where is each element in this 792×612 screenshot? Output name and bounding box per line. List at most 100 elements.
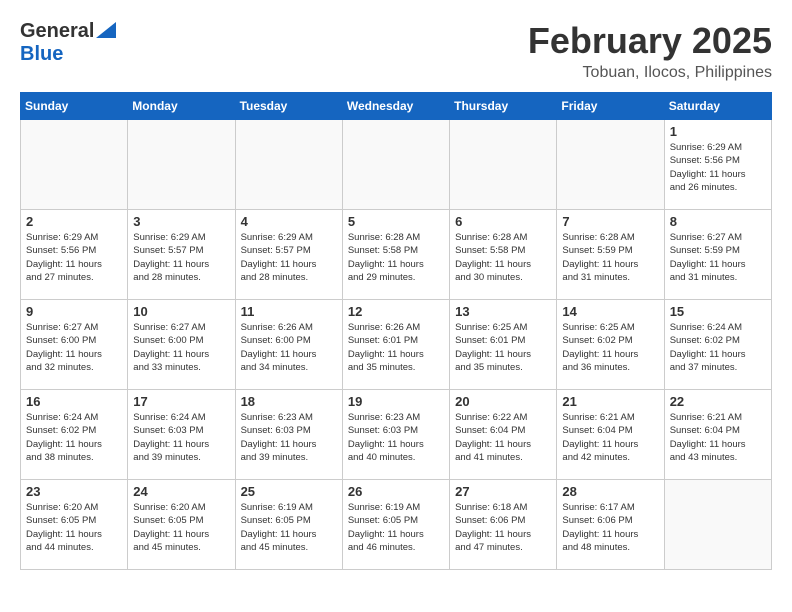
day-info: Sunrise: 6:20 AM Sunset: 6:05 PM Dayligh… bbox=[133, 501, 229, 554]
logo-blue-text: Blue bbox=[20, 43, 63, 66]
calendar-cell bbox=[342, 120, 449, 210]
day-number: 21 bbox=[562, 394, 658, 409]
calendar-week-row: 16 Sunrise: 6:24 AM Sunset: 6:02 PM Dayli… bbox=[21, 390, 772, 480]
day-number: 22 bbox=[670, 394, 766, 409]
day-number: 18 bbox=[241, 394, 337, 409]
day-info: Sunrise: 6:25 AM Sunset: 6:02 PM Dayligh… bbox=[562, 321, 658, 374]
day-number: 7 bbox=[562, 214, 658, 229]
day-header-monday: Monday bbox=[128, 93, 235, 120]
calendar-cell: 8 Sunrise: 6:27 AM Sunset: 5:59 PM Daylig… bbox=[664, 210, 771, 300]
day-info: Sunrise: 6:27 AM Sunset: 6:00 PM Dayligh… bbox=[26, 321, 122, 374]
calendar-week-row: 2Sunrise: 6:29 AM Sunset: 5:56 PM Daylig… bbox=[21, 210, 772, 300]
day-info: Sunrise: 6:27 AM Sunset: 5:59 PM Dayligh… bbox=[670, 231, 766, 284]
day-number: 19 bbox=[348, 394, 444, 409]
day-number: 25 bbox=[241, 484, 337, 499]
calendar-cell: 25Sunrise: 6:19 AM Sunset: 6:05 PM Dayli… bbox=[235, 480, 342, 570]
day-number: 24 bbox=[133, 484, 229, 499]
calendar-header-row: SundayMondayTuesdayWednesdayThursdayFrid… bbox=[21, 93, 772, 120]
calendar-cell: 16 Sunrise: 6:24 AM Sunset: 6:02 PM Dayli… bbox=[21, 390, 128, 480]
calendar-week-row: 9 Sunrise: 6:27 AM Sunset: 6:00 PM Daylig… bbox=[21, 300, 772, 390]
day-info: Sunrise: 6:20 AM Sunset: 6:05 PM Dayligh… bbox=[26, 501, 122, 554]
day-info: Sunrise: 6:28 AM Sunset: 5:59 PM Dayligh… bbox=[562, 231, 658, 284]
calendar-cell: 14 Sunrise: 6:25 AM Sunset: 6:02 PM Dayli… bbox=[557, 300, 664, 390]
calendar-table: SundayMondayTuesdayWednesdayThursdayFrid… bbox=[20, 92, 772, 570]
calendar-cell: 11Sunrise: 6:26 AM Sunset: 6:00 PM Dayli… bbox=[235, 300, 342, 390]
day-number: 28 bbox=[562, 484, 658, 499]
calendar-cell: 26 Sunrise: 6:19 AM Sunset: 6:05 PM Dayli… bbox=[342, 480, 449, 570]
calendar-cell bbox=[21, 120, 128, 210]
day-number: 20 bbox=[455, 394, 551, 409]
logo-general-text: General bbox=[20, 20, 94, 43]
day-number: 4 bbox=[241, 214, 337, 229]
location-text: Tobuan, Ilocos, Philippines bbox=[528, 64, 772, 82]
day-header-thursday: Thursday bbox=[450, 93, 557, 120]
calendar-week-row: 23 Sunrise: 6:20 AM Sunset: 6:05 PM Dayli… bbox=[21, 480, 772, 570]
day-number: 17 bbox=[133, 394, 229, 409]
day-number: 3 bbox=[133, 214, 229, 229]
day-info: Sunrise: 6:21 AM Sunset: 6:04 PM Dayligh… bbox=[670, 411, 766, 464]
day-number: 5 bbox=[348, 214, 444, 229]
day-info: Sunrise: 6:18 AM Sunset: 6:06 PM Dayligh… bbox=[455, 501, 551, 554]
day-number: 9 bbox=[26, 304, 122, 319]
calendar-cell: 22 Sunrise: 6:21 AM Sunset: 6:04 PM Dayli… bbox=[664, 390, 771, 480]
calendar-cell: 9 Sunrise: 6:27 AM Sunset: 6:00 PM Daylig… bbox=[21, 300, 128, 390]
day-number: 23 bbox=[26, 484, 122, 499]
day-header-saturday: Saturday bbox=[664, 93, 771, 120]
month-title: February 2025 bbox=[528, 20, 772, 62]
day-info: Sunrise: 6:17 AM Sunset: 6:06 PM Dayligh… bbox=[562, 501, 658, 554]
day-info: Sunrise: 6:24 AM Sunset: 6:03 PM Dayligh… bbox=[133, 411, 229, 464]
calendar-cell: 28 Sunrise: 6:17 AM Sunset: 6:06 PM Dayli… bbox=[557, 480, 664, 570]
calendar-cell: 3 Sunrise: 6:29 AM Sunset: 5:57 PM Daylig… bbox=[128, 210, 235, 300]
calendar-cell bbox=[450, 120, 557, 210]
day-info: Sunrise: 6:22 AM Sunset: 6:04 PM Dayligh… bbox=[455, 411, 551, 464]
day-info: Sunrise: 6:24 AM Sunset: 6:02 PM Dayligh… bbox=[26, 411, 122, 464]
calendar-cell bbox=[557, 120, 664, 210]
day-info: Sunrise: 6:29 AM Sunset: 5:56 PM Dayligh… bbox=[670, 141, 766, 194]
day-info: Sunrise: 6:21 AM Sunset: 6:04 PM Dayligh… bbox=[562, 411, 658, 464]
day-info: Sunrise: 6:29 AM Sunset: 5:57 PM Dayligh… bbox=[133, 231, 229, 284]
calendar-cell: 6Sunrise: 6:28 AM Sunset: 5:58 PM Daylig… bbox=[450, 210, 557, 300]
day-number: 16 bbox=[26, 394, 122, 409]
calendar-cell: 15Sunrise: 6:24 AM Sunset: 6:02 PM Dayli… bbox=[664, 300, 771, 390]
day-number: 12 bbox=[348, 304, 444, 319]
day-info: Sunrise: 6:27 AM Sunset: 6:00 PM Dayligh… bbox=[133, 321, 229, 374]
day-number: 8 bbox=[670, 214, 766, 229]
calendar-cell: 19 Sunrise: 6:23 AM Sunset: 6:03 PM Dayli… bbox=[342, 390, 449, 480]
day-header-wednesday: Wednesday bbox=[342, 93, 449, 120]
calendar-cell: 2Sunrise: 6:29 AM Sunset: 5:56 PM Daylig… bbox=[21, 210, 128, 300]
calendar-cell: 18 Sunrise: 6:23 AM Sunset: 6:03 PM Dayli… bbox=[235, 390, 342, 480]
calendar-cell: 1Sunrise: 6:29 AM Sunset: 5:56 PM Daylig… bbox=[664, 120, 771, 210]
calendar-week-row: 1Sunrise: 6:29 AM Sunset: 5:56 PM Daylig… bbox=[21, 120, 772, 210]
title-section: February 2025 Tobuan, Ilocos, Philippine… bbox=[528, 20, 772, 82]
day-info: Sunrise: 6:19 AM Sunset: 6:05 PM Dayligh… bbox=[348, 501, 444, 554]
day-info: Sunrise: 6:25 AM Sunset: 6:01 PM Dayligh… bbox=[455, 321, 551, 374]
day-header-friday: Friday bbox=[557, 93, 664, 120]
calendar-cell: 7 Sunrise: 6:28 AM Sunset: 5:59 PM Daylig… bbox=[557, 210, 664, 300]
day-info: Sunrise: 6:28 AM Sunset: 5:58 PM Dayligh… bbox=[348, 231, 444, 284]
page-header: General Blue February 2025 Tobuan, Iloco… bbox=[20, 20, 772, 82]
calendar-cell: 23 Sunrise: 6:20 AM Sunset: 6:05 PM Dayli… bbox=[21, 480, 128, 570]
logo-icon bbox=[96, 22, 116, 38]
calendar-cell: 13 Sunrise: 6:25 AM Sunset: 6:01 PM Dayli… bbox=[450, 300, 557, 390]
calendar-cell: 10 Sunrise: 6:27 AM Sunset: 6:00 PM Dayli… bbox=[128, 300, 235, 390]
logo: General Blue bbox=[20, 20, 116, 66]
day-number: 13 bbox=[455, 304, 551, 319]
day-number: 26 bbox=[348, 484, 444, 499]
day-info: Sunrise: 6:29 AM Sunset: 5:57 PM Dayligh… bbox=[241, 231, 337, 284]
day-info: Sunrise: 6:23 AM Sunset: 6:03 PM Dayligh… bbox=[348, 411, 444, 464]
calendar-cell: 20 Sunrise: 6:22 AM Sunset: 6:04 PM Dayli… bbox=[450, 390, 557, 480]
calendar-cell: 27 Sunrise: 6:18 AM Sunset: 6:06 PM Dayli… bbox=[450, 480, 557, 570]
day-number: 14 bbox=[562, 304, 658, 319]
day-number: 10 bbox=[133, 304, 229, 319]
day-header-tuesday: Tuesday bbox=[235, 93, 342, 120]
day-info: Sunrise: 6:23 AM Sunset: 6:03 PM Dayligh… bbox=[241, 411, 337, 464]
day-info: Sunrise: 6:24 AM Sunset: 6:02 PM Dayligh… bbox=[670, 321, 766, 374]
calendar-cell: 4 Sunrise: 6:29 AM Sunset: 5:57 PM Daylig… bbox=[235, 210, 342, 300]
calendar-cell: 5 Sunrise: 6:28 AM Sunset: 5:58 PM Daylig… bbox=[342, 210, 449, 300]
calendar-cell: 12Sunrise: 6:26 AM Sunset: 6:01 PM Dayli… bbox=[342, 300, 449, 390]
day-number: 6 bbox=[455, 214, 551, 229]
day-number: 27 bbox=[455, 484, 551, 499]
calendar-cell: 17 Sunrise: 6:24 AM Sunset: 6:03 PM Dayli… bbox=[128, 390, 235, 480]
calendar-cell: 21 Sunrise: 6:21 AM Sunset: 6:04 PM Dayli… bbox=[557, 390, 664, 480]
day-header-sunday: Sunday bbox=[21, 93, 128, 120]
